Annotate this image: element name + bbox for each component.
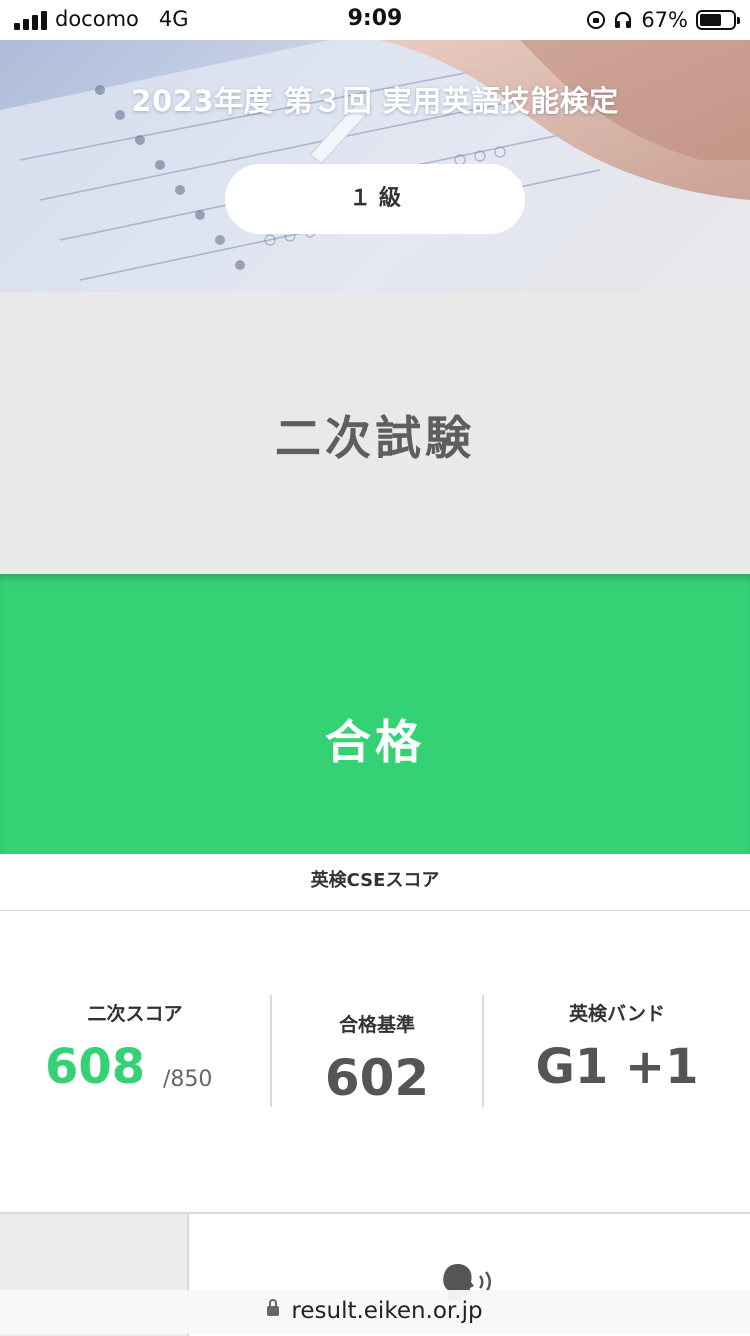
secondary-score-value: 608: [45, 1039, 146, 1095]
result-label: 合格: [325, 715, 425, 769]
status-bar: docomo 4G 9:09 67%: [0, 0, 750, 40]
cse-score-heading: 英検CSEスコア: [0, 854, 750, 911]
exam-type-label: 二次試験: [275, 411, 475, 465]
secondary-score-max: /850: [163, 1067, 213, 1092]
passing-standard-column: 合格基準 602: [272, 911, 482, 1211]
lock-icon: [267, 1298, 280, 1316]
secondary-score-column: 二次スコア 608 /850: [0, 911, 270, 1211]
hero-banner: 2023年度 第３回 実用英語技能検定 １ 級: [0, 40, 750, 292]
exam-type-section: 二次試験: [0, 292, 750, 574]
exam-title: 2023年度 第３回 実用英語技能検定: [131, 84, 619, 118]
eiken-band-label: 英検バンド: [569, 1003, 665, 1025]
passing-standard-value: 602: [324, 1049, 430, 1107]
headphones-icon: [615, 11, 632, 28]
secondary-score-label: 二次スコア: [87, 1003, 183, 1025]
orientation-lock-icon: [587, 11, 606, 29]
passing-standard-label: 合格基準: [338, 1014, 415, 1036]
eiken-band-value: G1 +1: [535, 1039, 699, 1095]
result-section: 合格: [0, 574, 750, 854]
grade-badge: １ 級: [225, 164, 525, 234]
battery-percent: 67%: [641, 8, 688, 32]
score-panel: 二次スコア 608 /850 合格基準 602 英検バンド G1 +1: [0, 911, 750, 1211]
battery-icon: [696, 10, 740, 30]
eiken-band-column: 英検バンド G1 +1: [484, 911, 750, 1211]
url-text: result.eiken.or.jp: [291, 1298, 483, 1324]
browser-url-bar[interactable]: result.eiken.or.jp: [0, 1290, 750, 1334]
battery-level: [700, 14, 721, 26]
